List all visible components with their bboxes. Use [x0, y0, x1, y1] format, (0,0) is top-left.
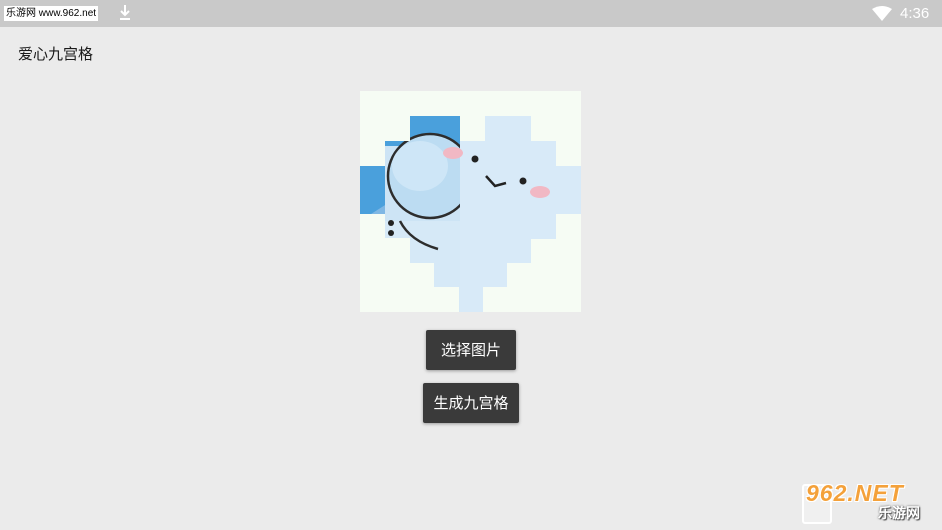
watermark-brand-text: 962.NET — [806, 480, 904, 506]
wifi-icon — [872, 6, 892, 25]
generate-grid-button[interactable]: 生成九宫格 — [423, 383, 519, 423]
brand-watermark-logo: 962.NET 乐游网 — [802, 480, 936, 526]
site-watermark: 乐游网 www.962.net — [4, 6, 99, 21]
select-image-button[interactable]: 选择图片 — [426, 330, 516, 370]
page-title: 爱心九宫格 — [18, 45, 94, 63]
download-icon — [118, 4, 132, 26]
watermark-cn-text: 乐游网 — [878, 506, 920, 522]
status-clock: 4:36 — [900, 5, 930, 22]
status-bar: 乐游网 www.962.net 4:36 — [0, 0, 942, 27]
heart-grid-image — [360, 91, 581, 312]
